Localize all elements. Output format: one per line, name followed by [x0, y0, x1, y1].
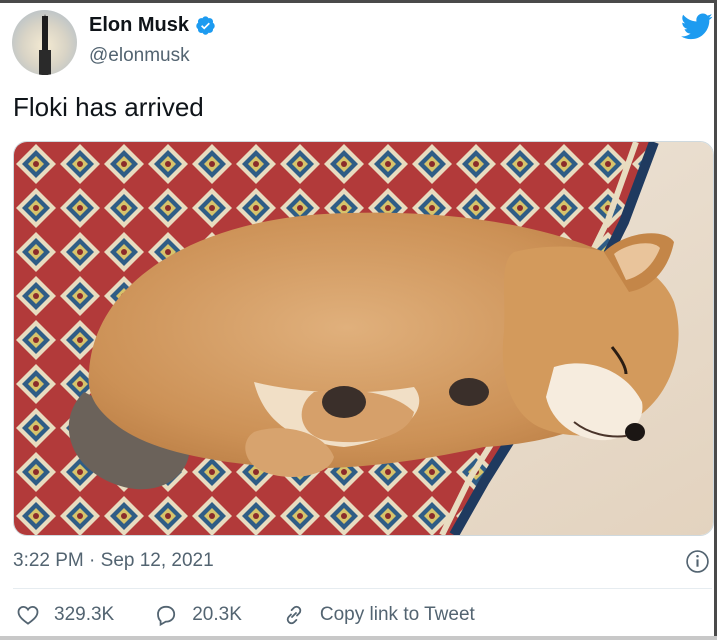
tweet-text: Floki has arrived — [13, 92, 204, 122]
tweet-media[interactable] — [13, 141, 714, 536]
reply-count: 20.3K — [192, 604, 242, 625]
info-icon[interactable] — [685, 549, 710, 574]
tweet-timestamp[interactable]: 3:22 PM · Sep 12, 2021 — [13, 550, 214, 572]
heart-icon — [17, 605, 39, 625]
tweet-actions: 329.3K 20.3K Copy link to Tweet — [16, 603, 515, 627]
reply-bubble-icon — [157, 605, 176, 627]
starship-avatar-icon — [39, 14, 51, 75]
author-name[interactable]: Elon Musk — [89, 14, 189, 37]
bottom-border — [0, 636, 717, 640]
shiba-inu-puppy-photo — [14, 142, 713, 535]
author-name-row[interactable]: Elon Musk — [89, 14, 216, 37]
divider — [13, 588, 712, 589]
author-handle[interactable]: @elonmusk — [89, 45, 190, 67]
verified-badge-icon — [196, 16, 215, 35]
twitter-bird-icon[interactable] — [681, 12, 713, 40]
avatar[interactable] — [12, 10, 77, 75]
copy-link-button[interactable]: Copy link to Tweet — [282, 603, 475, 627]
like-button[interactable]: 329.3K — [16, 603, 114, 627]
copy-link-label: Copy link to Tweet — [319, 604, 475, 625]
reply-button[interactable]: 20.3K — [154, 603, 242, 627]
like-count: 329.3K — [54, 604, 115, 625]
link-icon — [286, 605, 302, 625]
